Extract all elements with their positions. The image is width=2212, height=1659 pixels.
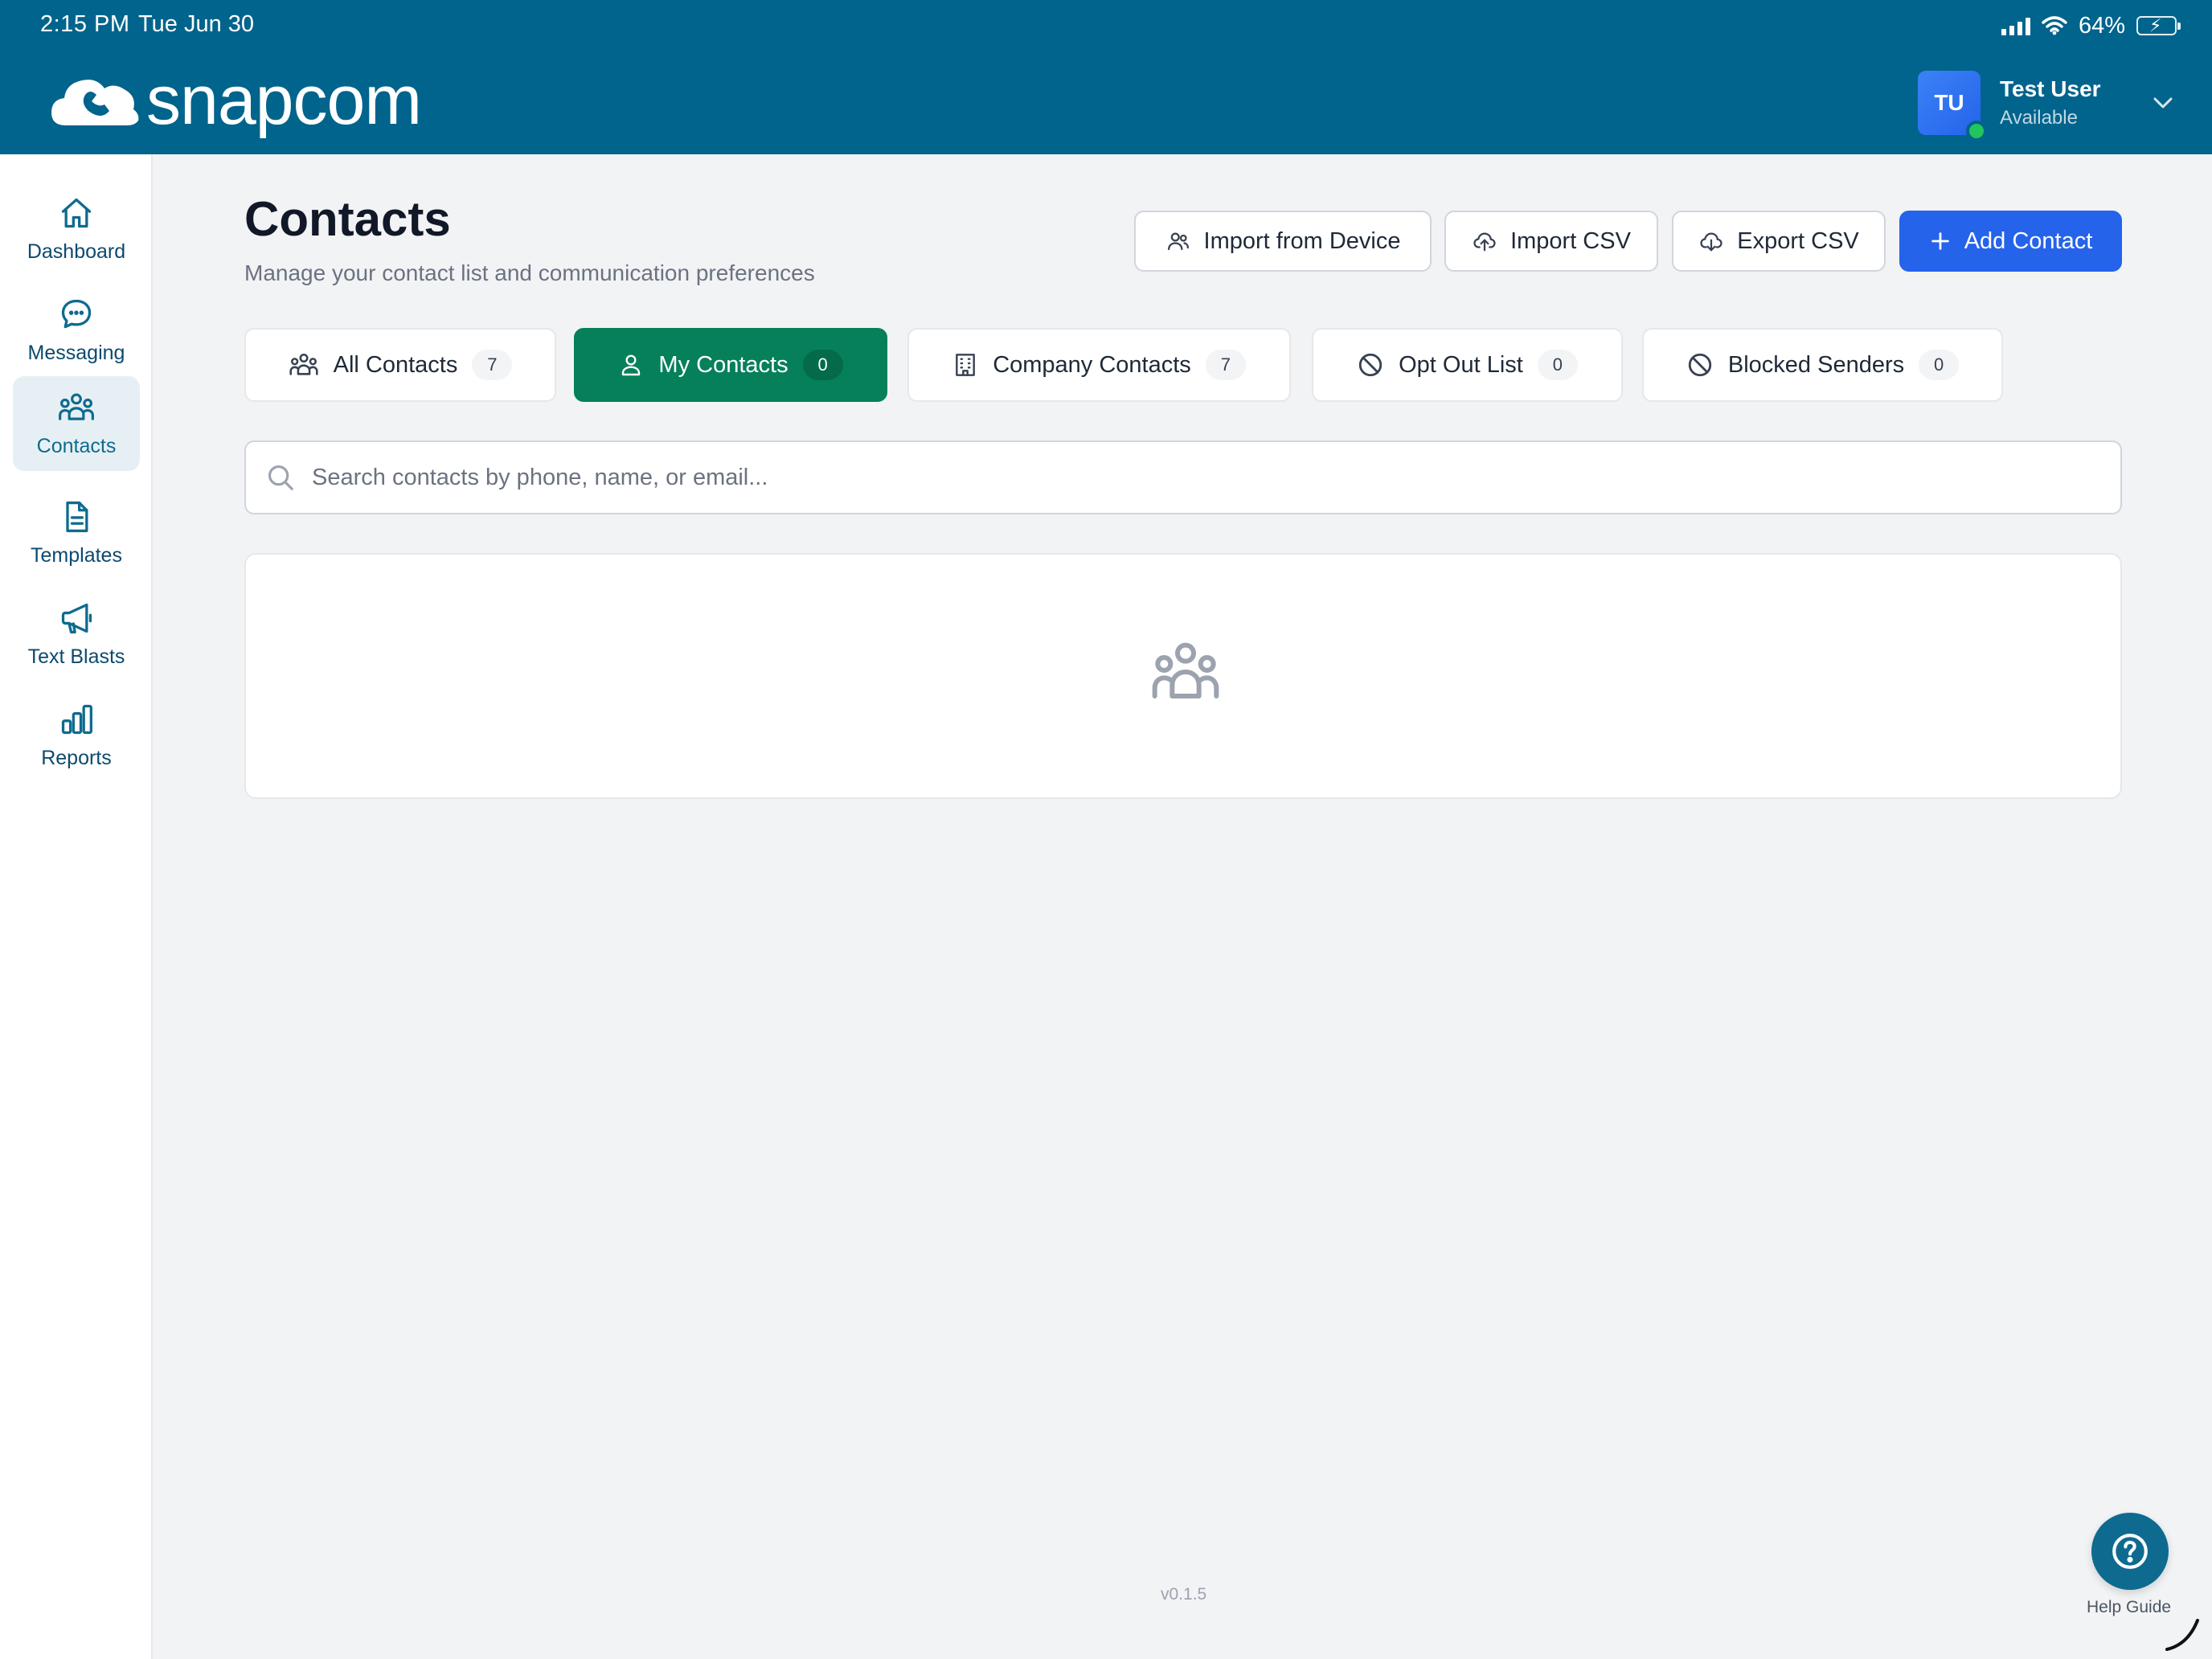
status-time: 2:15 PM	[40, 11, 130, 37]
tab-count-badge: 7	[1205, 350, 1246, 380]
sidebar-item-label: Dashboard	[27, 240, 126, 263]
user-menu[interactable]: TU Test User Available	[1918, 71, 2173, 141]
avatar-initials: TU	[1934, 90, 1964, 115]
ban-icon	[1358, 353, 1382, 377]
users-icon	[59, 392, 94, 420]
tab-company-contacts[interactable]: Company Contacts 7	[907, 328, 1291, 402]
sidebar-item-templates[interactable]: Templates	[13, 485, 140, 580]
status-date: Tue Jun 30	[138, 11, 255, 37]
tab-count-badge: 0	[802, 350, 843, 380]
sidebar-item-text-blasts[interactable]: Text Blasts	[13, 587, 140, 682]
search-icon	[268, 465, 293, 490]
sidebar-item-label: Text Blasts	[27, 645, 125, 668]
tab-all-contacts[interactable]: All Contacts 7	[244, 328, 556, 402]
help-guide-label: Help Guide	[2087, 1598, 2172, 1616]
tab-opt-out-list[interactable]: Opt Out List 0	[1312, 328, 1623, 402]
search-bar	[244, 440, 2122, 514]
import-from-device-button[interactable]: Import from Device	[1134, 211, 1432, 272]
import-csv-button[interactable]: Import CSV	[1444, 211, 1658, 272]
tab-label: All Contacts	[333, 351, 458, 378]
button-label: Export CSV	[1737, 227, 1859, 254]
battery-percent: 64%	[2078, 12, 2125, 39]
export-csv-button[interactable]: Export CSV	[1672, 211, 1886, 272]
sidebar-item-messaging[interactable]: Messaging	[13, 283, 140, 378]
page-title: Contacts	[244, 192, 451, 246]
page-subtitle: Manage your contact list and communicati…	[244, 260, 815, 285]
presence-indicator	[1966, 121, 1987, 141]
cellular-signal-icon	[2001, 16, 2030, 35]
sidebar-item-dashboard[interactable]: Dashboard	[13, 182, 140, 276]
sidebar-item-contacts[interactable]: Contacts	[13, 376, 140, 471]
chat-bubble-icon	[61, 299, 92, 328]
ban-icon	[1688, 353, 1712, 377]
resize-handle-icon	[2165, 1619, 2199, 1651]
sidebar-item-label: Templates	[31, 543, 122, 567]
tab-my-contacts[interactable]: My Contacts 0	[574, 328, 887, 402]
plus-icon	[1931, 232, 1949, 250]
cloud-logo-icon	[51, 80, 139, 125]
bar-chart-icon	[61, 704, 92, 734]
user-name: Test User	[2000, 76, 2101, 101]
user-status: Available	[2000, 107, 2078, 129]
add-contact-button[interactable]: Add Contact	[1899, 211, 2122, 272]
button-label: Add Contact	[1964, 227, 2093, 254]
status-indicators: 64% ⚡	[2001, 11, 2181, 40]
home-icon	[61, 198, 92, 227]
users-icon	[1167, 232, 1189, 251]
sidebar-item-label: Messaging	[27, 341, 125, 364]
sidebar-item-reports[interactable]: Reports	[13, 688, 140, 783]
tab-label: Blocked Senders	[1727, 351, 1905, 378]
tab-label: Company Contacts	[993, 351, 1191, 378]
tab-blocked-senders[interactable]: Blocked Senders 0	[1642, 328, 2003, 402]
button-label: Import from Device	[1203, 227, 1401, 254]
question-circle-icon	[2112, 1534, 2148, 1569]
wifi-icon	[2042, 16, 2067, 35]
sidebar-item-label: Contacts	[36, 434, 117, 457]
megaphone-icon	[61, 603, 92, 633]
sidebar-item-label: Reports	[41, 746, 112, 769]
avatar: TU	[1918, 71, 1987, 141]
users-icon	[289, 353, 318, 375]
help-guide-button[interactable]	[2091, 1513, 2169, 1590]
cloud-download-icon	[1700, 232, 1722, 252]
tab-count-badge: 0	[1919, 350, 1960, 380]
button-label: Import CSV	[1510, 227, 1631, 254]
chevron-down-icon	[2153, 97, 2173, 109]
contacts-list-panel	[244, 553, 2122, 799]
battery-icon: ⚡	[2136, 15, 2181, 35]
tab-label: My Contacts	[658, 351, 789, 378]
user-icon	[622, 354, 641, 376]
app-version: v0.1.5	[1161, 1585, 1207, 1604]
snapcom-logo[interactable]: snapcom	[50, 62, 422, 139]
cloud-upload-icon	[1473, 232, 1496, 252]
document-icon	[66, 501, 88, 532]
sidebar-nav: Dashboard Messaging Contacts Templates T…	[0, 154, 153, 1659]
tab-count-badge: 7	[472, 350, 513, 380]
search-input[interactable]	[312, 464, 2080, 491]
users-icon	[1152, 642, 1219, 698]
logo-text: snapcom	[146, 62, 422, 139]
tab-label: Opt Out List	[1399, 351, 1523, 378]
tab-count-badge: 0	[1537, 350, 1578, 380]
app-header: 2:15 PM Tue Jun 30 64% ⚡ snapcom TU Test…	[0, 0, 2212, 154]
building-icon	[956, 354, 976, 376]
